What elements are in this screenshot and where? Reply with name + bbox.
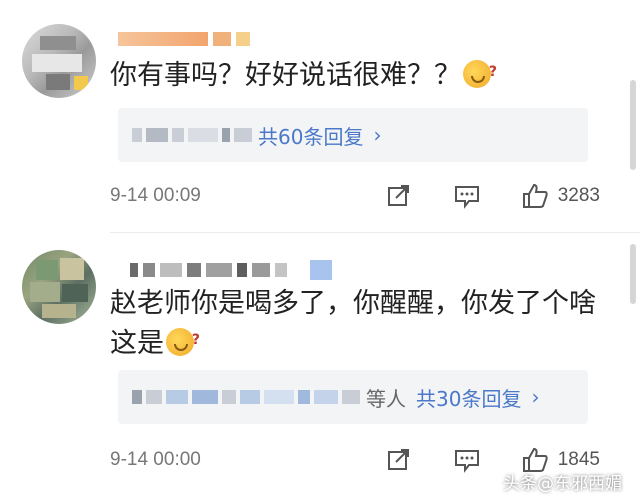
comment-icon[interactable] bbox=[448, 444, 486, 476]
share-icon[interactable] bbox=[380, 180, 418, 212]
replies-button[interactable]: 共60条回复 › bbox=[118, 108, 588, 162]
reply-preview-blurred bbox=[118, 390, 360, 404]
username[interactable] bbox=[130, 260, 332, 280]
reply-preview-blurred bbox=[118, 128, 252, 142]
scrollbar[interactable] bbox=[630, 80, 636, 170]
reply-prefix: 等人 bbox=[366, 386, 406, 411]
comment-item: 赵老师你是喝多了，你醒醒，你发了个啥这是 等人 共30条回复 › 9-14 00… bbox=[0, 232, 640, 504]
like-count: 1845 bbox=[557, 449, 600, 470]
share-icon[interactable] bbox=[380, 444, 418, 476]
username[interactable] bbox=[118, 32, 250, 46]
comment-meta: 9-14 00:09 3283 bbox=[110, 176, 620, 216]
replies-count-link[interactable]: 共60条回复 bbox=[258, 121, 363, 150]
avatar[interactable] bbox=[22, 24, 96, 98]
scrollbar[interactable] bbox=[630, 244, 636, 304]
chevron-right-icon: › bbox=[373, 123, 382, 147]
comment-text: 赵老师你是喝多了，你醒醒，你发了个啥这是 bbox=[110, 284, 610, 364]
comment-item: 你有事吗？好好说话很难？？ 共60条回复 › 9-14 00:09 3283 bbox=[0, 0, 640, 232]
watermark: 头条@东邪西媚 bbox=[503, 474, 622, 494]
confused-emoji-icon bbox=[166, 320, 200, 360]
timestamp: 9-14 00:00 bbox=[110, 449, 201, 470]
like-count: 3283 bbox=[557, 185, 600, 206]
timestamp: 9-14 00:09 bbox=[110, 185, 201, 206]
thumbs-up-icon[interactable] bbox=[516, 180, 554, 212]
replies-button[interactable]: 等人 共30条回复 › bbox=[118, 370, 588, 424]
comment-text: 你有事吗？好好说话很难？？ bbox=[110, 52, 610, 96]
avatar[interactable] bbox=[22, 250, 96, 324]
comment-actions: 3283 bbox=[380, 180, 600, 212]
chevron-right-icon: › bbox=[531, 385, 540, 409]
comment-icon[interactable] bbox=[448, 180, 486, 212]
confused-emoji-icon bbox=[463, 52, 497, 92]
replies-count-link[interactable]: 共30条回复 bbox=[416, 383, 521, 412]
